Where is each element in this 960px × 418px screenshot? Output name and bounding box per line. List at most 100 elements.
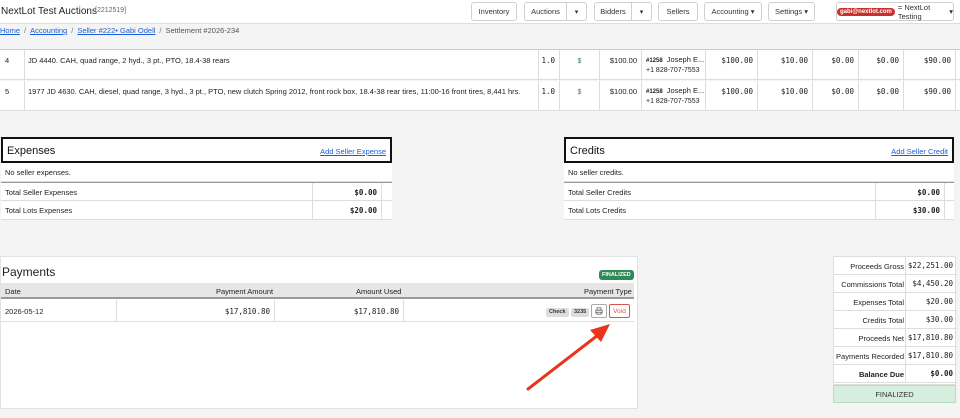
credits-title: Credits	[570, 145, 605, 157]
table-row: 5 1977 JD 4630. CAH, diesel, quad range,…	[0, 81, 960, 111]
bidder-name: Joseph E...	[666, 55, 705, 64]
lot-net: $90.00	[904, 81, 956, 111]
print-button[interactable]	[591, 304, 607, 318]
lot-price: $100.00	[600, 50, 642, 80]
table-row: Total Lots Expenses $20.00	[1, 201, 392, 220]
settlement-summary: Proceeds Gross $22,251.00 Commissions To…	[833, 256, 957, 385]
table-row: Total Seller Expenses $0.00	[1, 182, 392, 202]
finalized-badge: FINALIZED	[599, 270, 634, 280]
summary-value: $20.00	[905, 293, 957, 311]
total-seller-credits-label: Total Seller Credits	[568, 188, 631, 197]
breadcrumb-settlement: Settlement #2026-234	[165, 26, 240, 35]
credits-header: Credits Add Seller Credit	[564, 137, 954, 163]
summary-label: Commissions Total	[841, 280, 904, 289]
total-lots-credits-label: Total Lots Credits	[568, 206, 626, 215]
bidder-tag: #1258	[646, 58, 663, 64]
add-seller-credit-link[interactable]: Add Seller Credit	[891, 147, 948, 156]
payment-type-badge: Check	[546, 308, 569, 317]
nav-bidders-button[interactable]: Bidders	[594, 2, 632, 21]
lot-bidder[interactable]: #1258 Joseph E... +1 828-707-7553	[642, 50, 706, 80]
nav-accounting-button[interactable]: Accounting ▾	[704, 2, 762, 21]
nav-accounting-label: Accounting	[711, 7, 749, 16]
lot-net: $90.00	[904, 50, 956, 80]
summary-row: Expenses Total $20.00	[834, 293, 957, 311]
lot-dollar-link[interactable]: $	[560, 81, 600, 111]
lot-credit: $0.00	[859, 50, 904, 80]
lot-quantity: 1.0	[539, 81, 560, 111]
lot-commission: $10.00	[758, 50, 813, 80]
breadcrumb-accounting[interactable]: Accounting	[30, 26, 67, 38]
settings-caret-icon: ▾	[804, 7, 808, 16]
summary-row: Payments Recorded $17,810.80	[834, 347, 957, 365]
nav-settings-button[interactable]: Settings ▾	[768, 2, 815, 21]
table-row: 4 JD 4440. CAH, quad range, 2 hyd., 3 pt…	[0, 50, 960, 80]
credits-empty-row: No seller credits.	[564, 163, 954, 182]
payment-amount: $17,810.80	[117, 300, 275, 322]
bidder-tag: #1258	[646, 89, 663, 95]
breadcrumb-seller[interactable]: Seller #222• Gabi Odell	[77, 26, 155, 38]
total-seller-credits-value: $0.00	[875, 183, 945, 202]
total-seller-expenses-value: $0.00	[312, 183, 382, 202]
lot-description: JD 4440. CAH, quad range, 2 hyd., 3 pt.,…	[25, 50, 539, 80]
breadcrumb-separator: /	[71, 26, 74, 35]
app-id: [2212519]	[95, 7, 127, 14]
add-seller-expense-link[interactable]: Add Seller Expense	[320, 147, 386, 156]
lot-description: 1977 JD 4630. CAH, diesel, quad range, 3…	[25, 81, 539, 111]
summary-label: Proceeds Net	[858, 334, 904, 343]
lot-quantity: 1.0	[539, 50, 560, 80]
summary-value: $17,810.80	[905, 347, 957, 365]
balance-due-label: Balance Due	[858, 370, 904, 379]
col-payment-type: Payment Type	[584, 287, 632, 296]
lot-bidder[interactable]: #1258 Joseph E... +1 828-707-7553	[642, 81, 706, 111]
payment-amount-used: $17,810.80	[275, 300, 404, 322]
summary-value: $4,450.20	[905, 275, 957, 293]
summary-row: Balance Due $0.00	[834, 365, 957, 383]
bidder-phone: +1 828-707-7553	[646, 98, 700, 105]
total-lots-credits-value: $30.00	[875, 201, 945, 220]
lot-number: 5	[0, 81, 25, 111]
col-date: Date	[5, 287, 21, 296]
dollar-icon: $	[577, 58, 582, 65]
lot-amount: $100.00	[706, 81, 758, 111]
lot-dollar-link[interactable]: $	[560, 50, 600, 80]
expenses-empty-text: No seller expenses.	[5, 168, 71, 177]
nav-inventory-button[interactable]: Inventory	[471, 2, 517, 21]
breadcrumb-home[interactable]: Home	[0, 26, 20, 38]
total-seller-expenses-label: Total Seller Expenses	[5, 188, 78, 197]
dollar-icon: $	[577, 89, 582, 96]
printer-icon	[595, 307, 603, 315]
payments-table-header: Date Payment Amount Amount Used Payment …	[1, 283, 634, 299]
summary-label: Payments Recorded	[836, 352, 904, 361]
breadcrumb-separator: /	[159, 26, 162, 35]
user-email-badge: gabi@nextlot.com	[837, 7, 895, 16]
summary-label: Credits Total	[862, 316, 904, 325]
bidders-caret-icon[interactable]: ▾	[632, 2, 652, 21]
check-number-badge: 3235	[571, 308, 590, 317]
user-menu-button[interactable]: gabi@nextlot.com = NextLot Testing ▾	[836, 2, 954, 21]
expenses-empty-row: No seller expenses.	[1, 163, 392, 182]
lot-credit: $0.00	[859, 81, 904, 111]
app-title[interactable]: NextLot Test Auctions	[1, 6, 97, 17]
lot-expense: $0.00	[813, 81, 859, 111]
nav-auctions-button[interactable]: Auctions	[524, 2, 567, 21]
breadcrumb-separator: /	[24, 26, 27, 35]
bidder-phone: +1 828-707-7553	[646, 67, 700, 74]
summary-row: Proceeds Gross $22,251.00	[834, 257, 957, 275]
nav-sellers-button[interactable]: Sellers	[658, 2, 698, 21]
user-org: = NextLot Testing	[897, 2, 931, 21]
lots-table: 4 JD 4440. CAH, quad range, 2 hyd., 3 pt…	[0, 49, 960, 111]
summary-value: $17,810.80	[905, 329, 957, 347]
auctions-caret-icon[interactable]: ▾	[567, 2, 587, 21]
void-button[interactable]: Void	[609, 304, 630, 318]
settlement-status-bar: FINALIZED	[833, 385, 956, 403]
balance-due-value: $0.00	[905, 365, 957, 383]
total-lots-expenses-value: $20.00	[312, 201, 382, 220]
table-row: Total Lots Credits $30.00	[564, 201, 954, 220]
summary-value: $30.00	[905, 311, 957, 329]
lot-number: 4	[0, 50, 25, 80]
expenses-title: Expenses	[7, 145, 56, 157]
summary-row: Commissions Total $4,450.20	[834, 275, 957, 293]
summary-value: $22,251.00	[905, 257, 957, 275]
expenses-header: Expenses Add Seller Expense	[1, 137, 392, 163]
summary-label: Expenses Total	[853, 298, 904, 307]
